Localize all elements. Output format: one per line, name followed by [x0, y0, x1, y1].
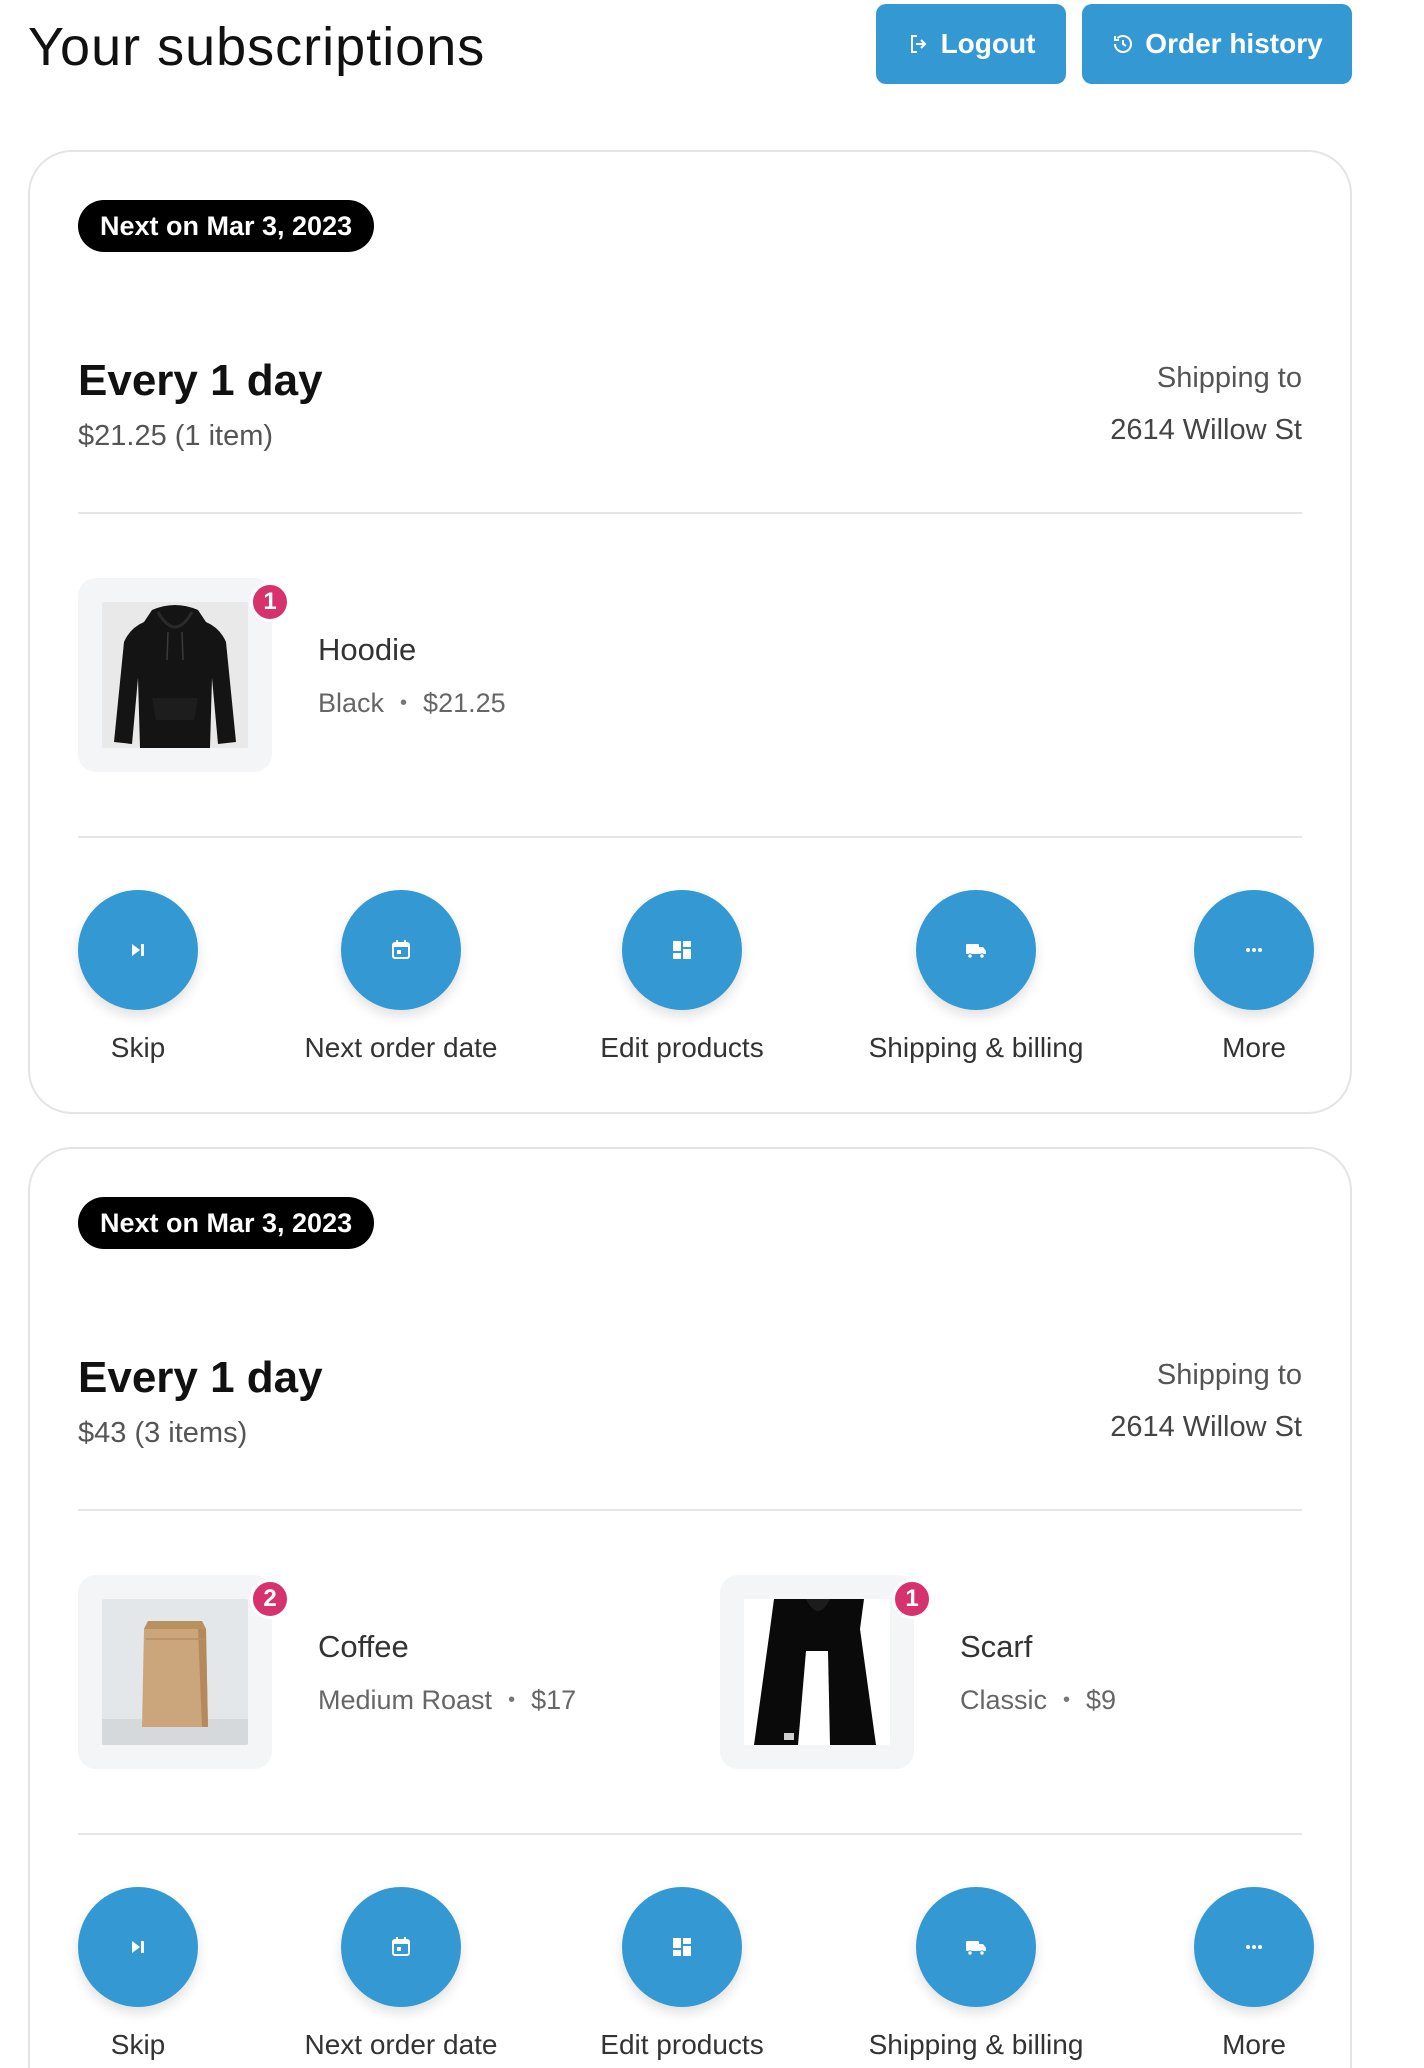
subscription-summary: $43 (3 items)	[78, 1417, 248, 1449]
product-meta: Medium Roast • $17	[318, 1685, 576, 1716]
skip-button[interactable]	[78, 1887, 198, 2007]
order-history-button[interactable]: Order history	[1082, 4, 1352, 84]
scarf-image	[744, 1599, 890, 1745]
product-name: Hoodie	[318, 632, 417, 667]
page-title: Your subscriptions	[28, 17, 486, 77]
more-action[interactable]: More	[1134, 890, 1374, 1064]
product-item[interactable]: 1 Scarf Classic • $9	[720, 1575, 1260, 1769]
skip-icon	[132, 944, 144, 956]
subscription-card: Next on Mar 3, 2023 Every 1 day $43 (3 i…	[28, 1147, 1352, 2068]
shipping-label: Shipping to	[1156, 362, 1302, 394]
quantity-badge: 1	[892, 1579, 932, 1619]
more-label: More	[1222, 1032, 1286, 1063]
divider	[78, 512, 1302, 514]
action-bar: Skip Next order date Edit products Shipp…	[78, 890, 1314, 1070]
next-order-date-label: Next order date	[304, 1032, 498, 1063]
dashboard-icon	[673, 1938, 691, 1956]
shipping-label: Shipping to	[1156, 1359, 1302, 1391]
product-variant: Black	[318, 688, 385, 718]
product-price: $9	[1086, 1685, 1117, 1715]
separator-dot: •	[1063, 1689, 1071, 1711]
skip-label: Skip	[110, 2029, 166, 2060]
shipping-billing-button[interactable]	[916, 890, 1036, 1010]
divider	[78, 836, 1302, 838]
next-order-date-action[interactable]: Next order date	[281, 890, 521, 1064]
more-label: More	[1222, 2029, 1286, 2060]
more-action[interactable]: More	[1134, 1887, 1374, 2061]
next-order-date-action[interactable]: Next order date	[281, 1887, 521, 2061]
product-thumbnail	[78, 1575, 272, 1769]
next-order-badge: Next on Mar 3, 2023	[78, 200, 375, 252]
skip-icon	[132, 1941, 144, 1953]
order-history-label: Order history	[1145, 28, 1323, 59]
more-icon	[1246, 1945, 1262, 1949]
separator-dot: •	[508, 1689, 516, 1711]
subscription-card: Next on Mar 3, 2023 Every 1 day $21.25 (…	[28, 150, 1352, 1114]
edit-products-button[interactable]	[622, 1887, 742, 2007]
skip-label: Skip	[110, 1032, 166, 1063]
history-icon	[1114, 35, 1133, 53]
next-order-date-label: Next order date	[304, 2029, 498, 2060]
product-thumbnail	[720, 1575, 914, 1769]
edit-products-action[interactable]: Edit products	[562, 890, 802, 1064]
shipping-billing-label: Shipping & billing	[868, 2029, 1084, 2060]
truck-icon	[966, 1941, 986, 1956]
product-price: $21.25	[423, 688, 506, 718]
product-thumbnail	[78, 578, 272, 772]
product-name: Coffee	[318, 1629, 409, 1664]
product-item[interactable]: 1 Hoodie Black • $21.25	[78, 578, 638, 772]
next-order-date-button[interactable]	[341, 1887, 461, 2007]
product-item[interactable]: 2 Coffee Medium Roast • $17	[78, 1575, 638, 1769]
logout-icon	[910, 35, 926, 53]
subscription-frequency: Every 1 day	[78, 1353, 323, 1402]
shipping-billing-action[interactable]: Shipping & billing	[856, 890, 1096, 1064]
quantity-badge: 2	[250, 1579, 290, 1619]
product-meta: Black • $21.25	[318, 688, 506, 719]
more-button[interactable]	[1194, 890, 1314, 1010]
truck-icon	[966, 944, 986, 959]
subscription-frequency: Every 1 day	[78, 356, 323, 405]
action-bar: Skip Next order date Edit products Shipp…	[78, 1887, 1314, 2067]
divider	[78, 1833, 1302, 1835]
next-order-badge: Next on Mar 3, 2023	[78, 1197, 375, 1249]
shipping-billing-label: Shipping & billing	[868, 1032, 1084, 1063]
subscription-summary: $21.25 (1 item)	[78, 420, 274, 452]
edit-products-button[interactable]	[622, 890, 742, 1010]
product-name: Scarf	[960, 1629, 1033, 1664]
more-icon	[1246, 948, 1262, 952]
edit-products-action[interactable]: Edit products	[562, 1887, 802, 2061]
edit-products-label: Edit products	[600, 2029, 764, 2060]
skip-action[interactable]: Skip	[18, 1887, 258, 2061]
shipping-billing-action[interactable]: Shipping & billing	[856, 1887, 1096, 2061]
logout-button[interactable]: Logout	[876, 4, 1066, 84]
product-price: $17	[531, 1685, 577, 1715]
skip-button[interactable]	[78, 890, 198, 1010]
product-meta: Classic • $9	[960, 1685, 1116, 1716]
page-header: Your subscriptions Logout Order history	[28, 0, 1352, 100]
calendar-icon	[392, 940, 410, 959]
quantity-badge: 1	[250, 582, 290, 622]
logout-label: Logout	[940, 28, 1036, 59]
shipping-address: 2614 Willow St	[1110, 414, 1302, 446]
edit-products-label: Edit products	[600, 1032, 764, 1063]
calendar-icon	[392, 1937, 410, 1956]
next-order-date-button[interactable]	[341, 890, 461, 1010]
separator-dot: •	[400, 692, 408, 714]
dashboard-icon	[673, 941, 691, 959]
skip-action[interactable]: Skip	[18, 890, 258, 1064]
shipping-address: 2614 Willow St	[1110, 1411, 1302, 1443]
product-variant: Medium Roast	[318, 1685, 493, 1715]
coffee-bag-image	[102, 1599, 248, 1745]
product-variant: Classic	[960, 1685, 1048, 1715]
shipping-billing-button[interactable]	[916, 1887, 1036, 2007]
more-button[interactable]	[1194, 1887, 1314, 2007]
hoodie-image	[102, 602, 248, 748]
divider	[78, 1509, 1302, 1511]
